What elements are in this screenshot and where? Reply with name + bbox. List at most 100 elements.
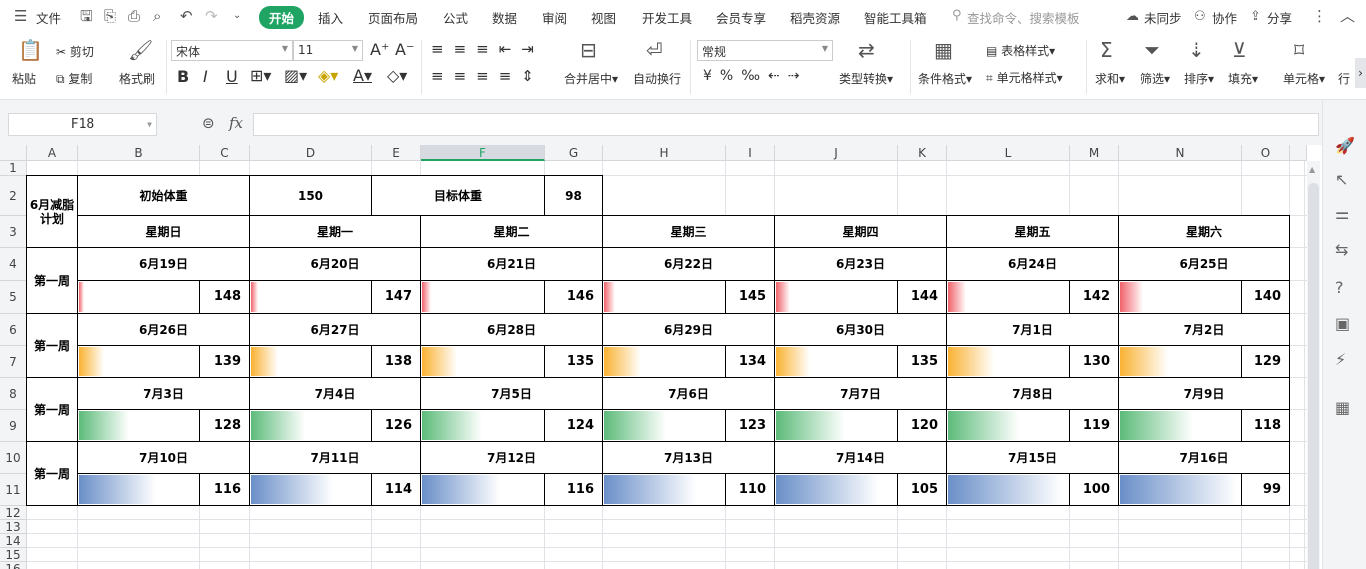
spreadsheet-grid[interactable]: A B C D E F G H I J K L M N O 1 2 3 4 5 6 7 8 9 10 11 12 13 14 15 16 6月… [0, 145, 1322, 569]
column-header-C[interactable]: C [200, 145, 250, 161]
file-menu[interactable]: 文件 [36, 8, 61, 27]
pointer-icon[interactable]: ↖ [1335, 170, 1348, 189]
merge-icon[interactable]: ⊟ [580, 40, 597, 60]
column-header-I[interactable]: I [726, 145, 775, 161]
print-icon[interactable]: ⎙ [128, 9, 140, 24]
cut-button[interactable]: ✂ 剪切 [56, 43, 94, 60]
format-painter-button[interactable]: 格式刷 [119, 70, 155, 87]
paste-button[interactable]: 粘贴 [12, 70, 36, 87]
column-header-B[interactable]: B [78, 145, 200, 161]
column-header-extra[interactable] [1290, 145, 1307, 161]
font-color-icon[interactable]: A▾ [353, 66, 372, 85]
row-header-2[interactable]: 2 [0, 176, 27, 216]
save-icon[interactable]: 🖫 [80, 9, 93, 24]
cell-icon[interactable]: ⌑ [1294, 40, 1304, 60]
tab-9[interactable]: 稻壳资源 [790, 8, 840, 27]
fill-button[interactable]: 填充▾ [1228, 70, 1258, 87]
column-header-G[interactable]: G [545, 145, 603, 161]
font-select[interactable]: 宋体 ▼ [171, 40, 293, 61]
row-header-1[interactable]: 1 [0, 161, 27, 176]
row-header-4[interactable]: 4 [0, 248, 27, 281]
tab-7[interactable]: 开发工具 [642, 8, 692, 27]
vertical-align-icons[interactable]: ≡≡≡⇤⇥ [431, 40, 544, 58]
copy-button[interactable]: ⧉ 复制 [56, 70, 92, 87]
formula-input[interactable] [253, 113, 1319, 136]
increase-font-icon[interactable]: A⁺ [370, 40, 389, 59]
wrap-text-button[interactable]: 自动换行 [633, 70, 681, 87]
font-size-select[interactable]: 11 ▼ [293, 40, 363, 61]
tab-10[interactable]: 智能工具箱 [864, 8, 927, 27]
convert-icon[interactable]: ⇄ [858, 40, 875, 60]
row-header-16[interactable]: 16 [0, 562, 27, 569]
help-icon[interactable]: ? [1335, 278, 1344, 297]
tab-8[interactable]: 会员专享 [716, 8, 766, 27]
row-header-7[interactable]: 7 [0, 346, 27, 378]
cell-shading-icon[interactable]: ▨▾ [284, 66, 307, 85]
column-header-H[interactable]: H [603, 145, 726, 161]
column-header-E[interactable]: E [372, 145, 421, 161]
sort-button[interactable]: 排序▾ [1184, 70, 1214, 87]
customize-icon[interactable]: ⌄ [233, 11, 241, 21]
border-icon[interactable]: ⊞▾ [250, 66, 271, 85]
paste-icon[interactable]: 📋 [18, 40, 43, 60]
tab-5[interactable]: 审阅 [542, 8, 567, 27]
undo-icon[interactable]: ↶ [180, 9, 193, 24]
number-format-select[interactable]: 常规 ▼ [697, 40, 833, 61]
column-header-A[interactable]: A [27, 145, 78, 161]
lightning-icon[interactable]: ⚡ [1335, 350, 1346, 369]
underline-icon[interactable]: U [226, 67, 238, 86]
name-box[interactable]: F18 ▼ [8, 113, 157, 136]
rocket-icon[interactable]: 🚀 [1335, 136, 1355, 155]
row-header-9[interactable]: 9 [0, 410, 27, 442]
collapse-ribbon-icon[interactable]: ︿ [1340, 9, 1355, 24]
column-header-N[interactable]: N [1119, 145, 1242, 161]
tab-2[interactable]: 页面布局 [368, 8, 418, 27]
merge-center-button[interactable]: 合并居中▾ [564, 70, 618, 87]
scroll-up-icon[interactable]: ▲ [1309, 165, 1315, 174]
sort-icon[interactable]: ⇣ [1188, 40, 1205, 60]
print-preview-icon[interactable]: ⌕ [153, 9, 161, 24]
format-painter-icon[interactable]: 🖌 [128, 40, 153, 60]
decrease-font-icon[interactable]: A⁻ [395, 40, 414, 59]
number-format-icons[interactable]: ¥%‰⇠⇢ [703, 68, 807, 84]
clear-icon[interactable]: ◇▾ [387, 66, 407, 85]
horizontal-align-icons[interactable]: ≡≡≡≡⇕ [431, 67, 544, 85]
row-header-10[interactable]: 10 [0, 442, 27, 474]
tab-0[interactable]: 开始 [259, 6, 305, 29]
cell-button[interactable]: 单元格▾ [1283, 70, 1325, 87]
menu-icon[interactable]: ☰ [14, 9, 27, 24]
row-header-11[interactable]: 11 [0, 474, 27, 506]
row-header-3[interactable]: 3 [0, 216, 27, 248]
row-column-button[interactable]: 行 [1338, 70, 1350, 87]
transfer-icon[interactable]: ⇆ [1335, 240, 1348, 259]
tab-4[interactable]: 数据 [492, 8, 517, 27]
conditional-format-icon[interactable]: ▦ [934, 40, 953, 60]
search-input[interactable]: 查找命令、搜索模板 [967, 8, 1080, 27]
row-header-5[interactable]: 5 [0, 281, 27, 314]
tab-1[interactable]: 插入 [318, 8, 343, 27]
share-button[interactable]: 分享 [1267, 8, 1292, 27]
column-header-M[interactable]: M [1070, 145, 1119, 161]
adjust-icon[interactable]: ⚌ [1335, 204, 1349, 223]
tab-6[interactable]: 视图 [591, 8, 616, 27]
row-header-8[interactable]: 8 [0, 378, 27, 410]
export-icon[interactable]: ⎘ [104, 9, 116, 24]
zoom-formula-icon[interactable]: ⊜ [202, 116, 215, 131]
collab-button[interactable]: 协作 [1212, 8, 1237, 27]
table-tools-icon[interactable]: ▦ [1335, 398, 1350, 417]
sync-button[interactable]: 未同步 [1144, 8, 1182, 27]
type-convert-button[interactable]: 类型转换▾ [839, 70, 893, 87]
tab-3[interactable]: 公式 [443, 8, 468, 27]
column-header-J[interactable]: J [775, 145, 898, 161]
more-icon[interactable]: ⋮ [1312, 9, 1327, 24]
scrollbar-thumb[interactable] [1308, 183, 1319, 569]
row-header-15[interactable]: 15 [0, 548, 27, 562]
bold-icon[interactable]: B [177, 67, 189, 86]
store-icon[interactable]: ▣ [1335, 314, 1350, 333]
row-header-6[interactable]: 6 [0, 314, 27, 346]
cell-style-button[interactable]: ⌗ 单元格样式▾ [986, 69, 1063, 86]
row-header-13[interactable]: 13 [0, 520, 27, 534]
wrap-icon[interactable]: ⏎ [646, 40, 663, 60]
row-header-14[interactable]: 14 [0, 534, 27, 548]
select-all-corner[interactable] [0, 145, 27, 161]
